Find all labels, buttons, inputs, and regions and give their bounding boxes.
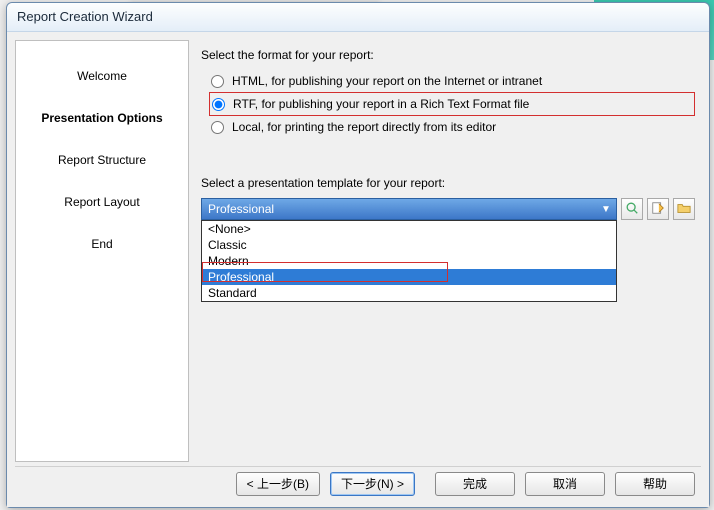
dropdown-item-label: Classic [208,238,247,252]
cancel-button[interactable]: 取消 [525,472,605,496]
template-edit-button[interactable] [647,198,669,220]
preview-icon [625,201,639,218]
sidebar-item-report-structure[interactable]: Report Structure [22,139,182,181]
edit-icon [651,201,665,218]
template-dropdown-list[interactable]: <None> Classic Modern Professional Stand… [201,220,617,302]
format-radio-group: HTML, for publishing your report on the … [209,70,695,138]
template-preview-button[interactable] [621,198,643,220]
template-prompt: Select a presentation template for your … [201,176,695,190]
template-combo-row: Professional ▼ <None> Classic Modern Pro… [201,198,695,220]
window-title: Report Creation Wizard [17,9,153,24]
help-button[interactable]: 帮助 [615,472,695,496]
template-browse-button[interactable] [673,198,695,220]
sidebar-item-label: End [91,237,112,251]
template-combobox-value: Professional [208,202,274,216]
format-radio-rtf[interactable] [212,98,225,111]
template-option-standard[interactable]: Standard [202,285,616,301]
client-area: Welcome Presentation Options Report Stru… [7,32,709,507]
sidebar-item-presentation-options[interactable]: Presentation Options [22,97,182,139]
template-option-none[interactable]: <None> [202,221,616,237]
template-option-modern[interactable]: Modern [202,253,616,269]
template-section: Select a presentation template for your … [201,176,695,220]
sidebar-item-end[interactable]: End [22,223,182,265]
format-option-rtf[interactable]: RTF, for publishing your report in a Ric… [209,92,695,116]
sidebar-item-label: Report Layout [64,195,139,209]
wizard-button-row: < 上一步(B) 下一步(N) > 完成 取消 帮助 [15,466,701,501]
format-option-local[interactable]: Local, for printing the report directly … [209,116,695,138]
main-row: Welcome Presentation Options Report Stru… [15,40,701,462]
template-combobox[interactable]: Professional ▼ [201,198,617,220]
template-option-professional[interactable]: Professional [202,269,616,285]
format-option-label: HTML, for publishing your report on the … [232,74,542,88]
wizard-steps-sidebar: Welcome Presentation Options Report Stru… [15,40,189,462]
dropdown-item-label: Modern [208,254,249,268]
dropdown-item-label: Professional [208,270,274,284]
chevron-down-icon: ▼ [598,204,614,215]
next-button[interactable]: 下一步(N) > [330,472,415,496]
wizard-window: Report Creation Wizard Welcome Presentat… [6,2,710,508]
sidebar-item-report-layout[interactable]: Report Layout [22,181,182,223]
finish-button[interactable]: 完成 [435,472,515,496]
format-prompt: Select the format for your report: [201,48,695,62]
dropdown-item-label: Standard [208,286,257,300]
format-option-html[interactable]: HTML, for publishing your report on the … [209,70,695,92]
format-option-label: Local, for printing the report directly … [232,120,496,134]
format-radio-local[interactable] [211,121,224,134]
sidebar-item-label: Presentation Options [41,111,162,125]
wizard-page-content: Select the format for your report: HTML,… [199,40,701,462]
sidebar-item-label: Welcome [77,69,127,83]
back-button[interactable]: < 上一步(B) [236,472,320,496]
window-titlebar[interactable]: Report Creation Wizard [7,3,709,32]
format-radio-html[interactable] [211,75,224,88]
dropdown-item-label: <None> [208,222,251,236]
sidebar-item-label: Report Structure [58,153,146,167]
folder-icon [677,201,691,218]
sidebar-item-welcome[interactable]: Welcome [22,55,182,97]
format-option-label: RTF, for publishing your report in a Ric… [233,97,529,111]
template-option-classic[interactable]: Classic [202,237,616,253]
template-combo-wrap: Professional ▼ <None> Classic Modern Pro… [201,198,617,220]
